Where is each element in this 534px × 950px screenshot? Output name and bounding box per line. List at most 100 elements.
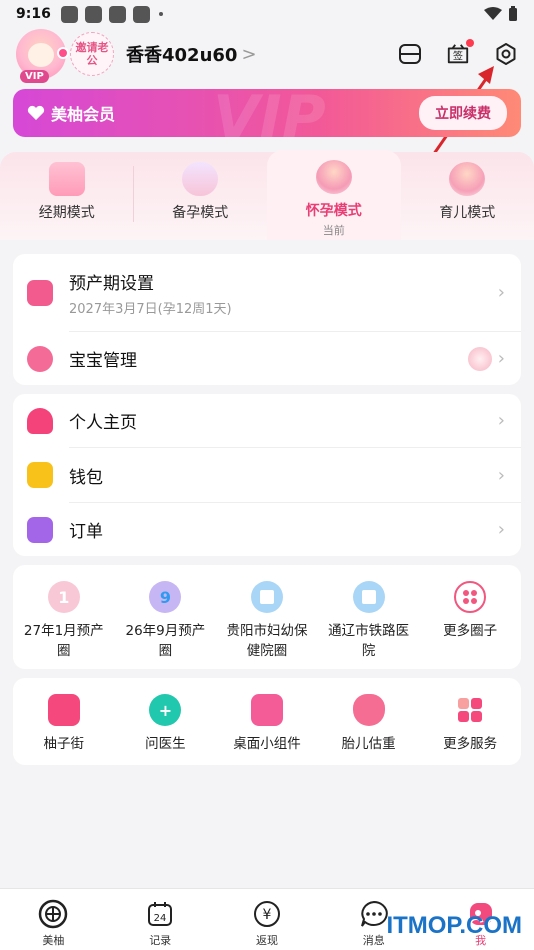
circle-label: 通辽市铁路医院: [328, 623, 410, 659]
current-mode-tag: 当前: [322, 224, 345, 237]
widget-icon: [250, 694, 283, 726]
mode-label: 经期模式: [38, 205, 95, 221]
circle-icon: 9: [149, 581, 182, 613]
chat-bubble-icon: [359, 899, 389, 929]
mother-baby-icon: [449, 162, 486, 196]
circle-icon: 1: [47, 581, 80, 613]
services-card: 柚子街 + 问医生 桌面小组件 胎儿估重 更多服务: [13, 678, 521, 765]
mode-selector: 经期模式 备孕模式 怀孕模式 当前 育儿模式: [0, 150, 534, 240]
doctor-chat-icon: +: [149, 694, 182, 726]
wallet[interactable]: 钱包 ›: [13, 448, 521, 502]
svg-text:¥: ¥: [263, 907, 272, 923]
service-item[interactable]: 更多服务: [419, 694, 521, 754]
fetus-icon: [352, 694, 385, 726]
site-watermark: ITMOP.COM: [386, 912, 522, 939]
chevron-right-icon: ›: [497, 519, 505, 540]
battery-icon: [509, 6, 517, 21]
hospital-icon: [250, 581, 283, 613]
more-circles[interactable]: 更多圈子: [419, 581, 521, 661]
service-item[interactable]: 胎儿估重: [318, 694, 420, 754]
avatar[interactable]: VIP: [16, 29, 69, 83]
tab-label: 美柚: [42, 934, 65, 947]
vip-membership-bar[interactable]: 美柚会员 VIP 立即续费: [13, 89, 521, 137]
tab-meiyou[interactable]: 美柚: [0, 889, 107, 950]
service-item[interactable]: + 问医生: [115, 694, 217, 754]
personal-homepage[interactable]: 个人主页 ›: [13, 394, 521, 447]
account-card: 个人主页 › 钱包 › 订单 ›: [13, 394, 521, 556]
grid-icon: [454, 581, 487, 613]
circle-item[interactable]: 通辽市铁路医院: [318, 581, 420, 661]
username[interactable]: 香香402u60: [126, 41, 237, 67]
tab-label: 返现: [255, 934, 278, 947]
baby-management[interactable]: 宝宝管理 ›: [13, 332, 521, 385]
tab-label: 记录: [149, 934, 172, 947]
circle-label: 27年1月预产圈: [23, 623, 104, 659]
baby-icon: [27, 345, 53, 372]
sign-label: 签: [453, 50, 463, 63]
status-bar: 9:16: [0, 0, 534, 28]
chevron-right-icon: ›: [497, 282, 505, 303]
chevron-right-icon: ›: [497, 464, 505, 486]
wifi-icon: [484, 7, 502, 20]
service-label: 更多服务: [443, 736, 498, 752]
service-item[interactable]: 桌面小组件: [216, 694, 318, 754]
baby-management-title: 宝宝管理: [69, 351, 137, 371]
service-label: 问医生: [145, 736, 186, 752]
mode-label: 怀孕模式: [305, 203, 362, 219]
tab-cashback[interactable]: ¥ 返现: [214, 889, 321, 950]
settings-icon[interactable]: [494, 42, 518, 66]
tab-records[interactable]: 24 记录: [107, 889, 214, 950]
circle-label: 贵阳市妇幼保健院圈: [226, 623, 308, 659]
order-list-icon: [27, 516, 53, 543]
layout-icon[interactable]: [398, 42, 422, 66]
status-time: 9:16: [16, 6, 51, 22]
chevron-right-icon: ›: [497, 348, 505, 369]
circle-item[interactable]: 9 26年9月预产圈: [115, 581, 217, 661]
notification-icon: [132, 5, 150, 23]
due-date-value: 2027年3月7日(孕12周1天): [69, 301, 232, 317]
mode-pregnant[interactable]: 怀孕模式 当前: [267, 150, 401, 240]
notification-icon: [84, 5, 102, 23]
mode-parenting[interactable]: 育儿模式: [401, 152, 534, 240]
circles-card: 1 27年1月预产圈 9 26年9月预产圈 贵阳市妇幼保健院圈 通辽市铁路医院 …: [13, 565, 521, 669]
wallet-icon: [27, 462, 53, 488]
mode-trying[interactable]: 备孕模式: [134, 152, 268, 240]
row-title: 订单: [69, 522, 103, 542]
row-title: 个人主页: [69, 413, 137, 433]
circle-label: 更多圈子: [443, 623, 498, 639]
calendar-icon: 24: [145, 899, 175, 929]
chevron-right-icon[interactable]: >: [241, 44, 256, 65]
baby-avatar: [467, 346, 492, 371]
shopping-bag-icon: [47, 694, 80, 726]
calendar-heart-icon: [27, 279, 53, 306]
circle-item[interactable]: 贵阳市妇幼保健院圈: [216, 581, 318, 661]
mode-label: 育儿模式: [439, 205, 496, 221]
more-notifications-icon: [158, 12, 163, 16]
person-icon: [27, 407, 53, 434]
invite-husband-button[interactable]: 邀请老公: [70, 32, 114, 76]
orders[interactable]: 订单 ›: [13, 503, 521, 556]
tab-label: 消息: [362, 934, 385, 947]
service-label: 胎儿估重: [341, 736, 396, 752]
profile-header: VIP 邀请老公 香香402u60 > 签: [0, 28, 534, 83]
pregnancy-test-icon: [182, 162, 219, 196]
heart-icon: [27, 105, 45, 120]
chevron-right-icon: ›: [497, 410, 505, 431]
heart-icon: [57, 47, 69, 59]
service-label: 柚子街: [43, 736, 85, 752]
notification-icon: [60, 5, 78, 23]
vip-watermark: VIP: [213, 89, 326, 137]
renew-button[interactable]: 立即续费: [419, 96, 507, 130]
vip-badge: VIP: [20, 70, 49, 83]
due-date-settings[interactable]: 预产期设置 2027年3月7日(孕12周1天) ›: [13, 254, 521, 331]
circle-item[interactable]: 1 27年1月预产圈: [13, 581, 115, 661]
sign-in-icon[interactable]: 签: [446, 39, 474, 66]
grapefruit-icon: [38, 899, 68, 929]
service-label: 桌面小组件: [233, 736, 301, 752]
calendar-icon: [48, 162, 85, 196]
service-item[interactable]: 柚子街: [13, 694, 115, 754]
notification-icon: [108, 5, 126, 23]
pregnant-woman-icon: [315, 160, 352, 194]
avatar-face: [28, 43, 54, 67]
mode-period[interactable]: 经期模式: [0, 152, 134, 240]
